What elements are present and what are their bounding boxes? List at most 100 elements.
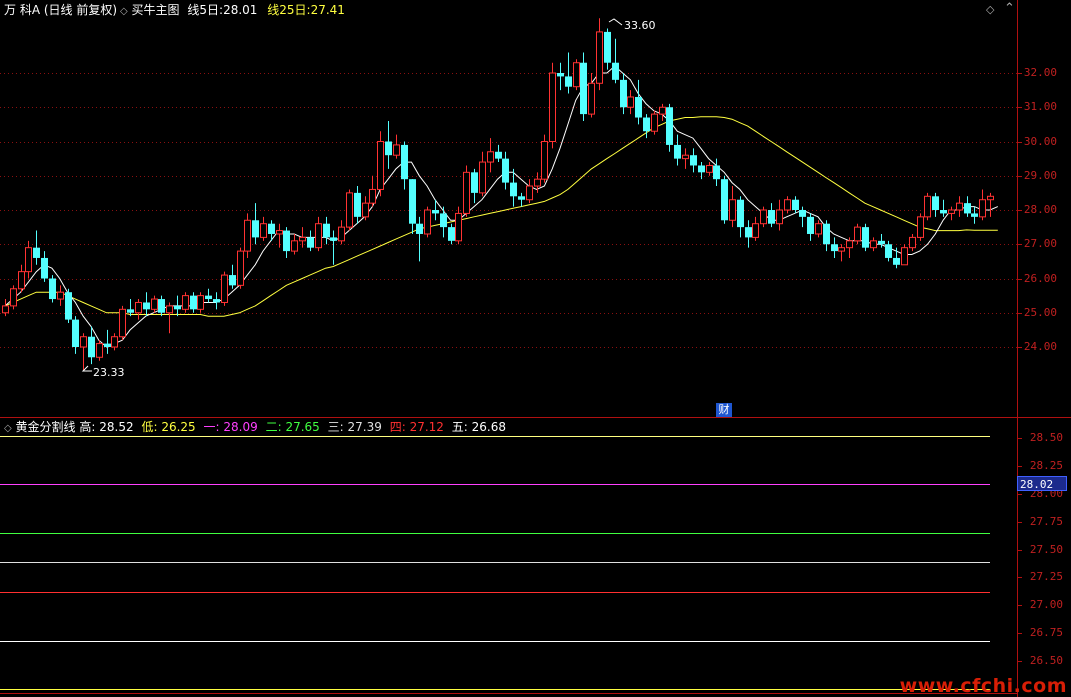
fibo-l2-value: 27.65 bbox=[285, 420, 320, 434]
candle-body-up bbox=[815, 223, 822, 235]
candle-body-up bbox=[784, 199, 791, 211]
price-axis-label: 25.00 bbox=[1023, 305, 1057, 319]
chevron-down-icon[interactable]: ◇ bbox=[4, 423, 12, 434]
candle-body-up bbox=[80, 336, 87, 348]
indicator-name[interactable]: 买牛主图 bbox=[132, 3, 180, 17]
fibo-l2-label: 二: bbox=[265, 420, 282, 434]
candle-body-down bbox=[471, 172, 478, 193]
fibo-axis-label: 28.50 bbox=[1029, 431, 1063, 444]
candle-body-down bbox=[502, 158, 509, 183]
candle-body-down bbox=[65, 292, 72, 320]
candle-body-down bbox=[401, 144, 408, 180]
candle-body-up bbox=[135, 301, 142, 314]
candle-body-up bbox=[760, 209, 767, 225]
price-axis-label: 24.00 bbox=[1023, 340, 1057, 353]
candle-body-down bbox=[745, 227, 752, 238]
low-marker-leader bbox=[81, 365, 92, 372]
candle-body-up bbox=[948, 209, 955, 214]
candle-body-down bbox=[518, 196, 525, 200]
candle-body-down bbox=[213, 299, 220, 303]
candle-body-up bbox=[237, 250, 244, 286]
candle-body-down bbox=[174, 305, 181, 310]
candle-body-up bbox=[369, 188, 376, 204]
candle-body-up bbox=[627, 96, 634, 108]
candle-body-down bbox=[307, 237, 314, 248]
candle-body-up bbox=[10, 288, 17, 307]
candle-body-up bbox=[299, 236, 306, 242]
ma5-value: 28.01 bbox=[223, 3, 258, 17]
candle-body-down bbox=[33, 247, 40, 258]
candle-body-down bbox=[698, 165, 705, 173]
candle-body-up bbox=[111, 336, 118, 348]
fibo-axis-label: 28.25 bbox=[1029, 458, 1063, 472]
candle-body-up bbox=[870, 240, 877, 249]
candle-body-up bbox=[276, 230, 283, 235]
candle-body-down bbox=[495, 151, 502, 159]
candle-body-down bbox=[205, 295, 212, 300]
fibo-low-value: 26.25 bbox=[161, 420, 196, 434]
price-axis-label: 28.00 bbox=[1023, 203, 1057, 216]
bottom-panel-header: ◇ 黄金分割线 高: 28.52 低: 26.25 一: 28.09 二: 27… bbox=[4, 420, 506, 436]
candle-body-down bbox=[557, 73, 564, 77]
candle-body-down bbox=[432, 210, 439, 214]
fibo-high-value: 28.52 bbox=[99, 420, 134, 434]
candle-body-down bbox=[666, 107, 673, 145]
candle-body-up bbox=[573, 62, 580, 88]
candle-body-up bbox=[260, 223, 267, 238]
candle-body-down bbox=[620, 79, 627, 108]
period-label[interactable]: (日线 前复权) bbox=[44, 3, 117, 17]
candle-body-up bbox=[651, 113, 658, 132]
candle-body-up bbox=[987, 195, 994, 201]
candle-body-down bbox=[104, 343, 111, 347]
candle-body-up bbox=[25, 247, 32, 273]
fibo-l3-value: 27.39 bbox=[347, 420, 382, 434]
candle-body-up bbox=[18, 271, 25, 290]
candle-body-down bbox=[612, 62, 619, 80]
candle-body-down bbox=[385, 141, 392, 156]
candle-body-up bbox=[338, 226, 345, 242]
fibo-indicator-name[interactable]: 黄金分割线 bbox=[16, 420, 76, 434]
candle-body-up bbox=[346, 192, 353, 228]
candle-body-down bbox=[893, 257, 900, 265]
low-price-marker: 23.33 bbox=[93, 366, 125, 379]
candle-body-up bbox=[197, 295, 204, 310]
candle-body-down bbox=[713, 165, 720, 180]
fibo-axis-label: 27.00 bbox=[1029, 598, 1063, 612]
candle-body-up bbox=[2, 305, 9, 314]
candle-body-down bbox=[737, 199, 744, 228]
candle-body-up bbox=[377, 141, 384, 190]
candle-body-up bbox=[534, 178, 541, 187]
candle-body-down bbox=[440, 213, 447, 228]
fibo-low-label: 低: bbox=[141, 420, 158, 434]
candle-body-down bbox=[409, 179, 416, 224]
fibo-axis-label: 27.75 bbox=[1029, 514, 1063, 528]
candle-body-down bbox=[416, 223, 423, 234]
candle-body-down bbox=[41, 257, 48, 279]
ma25-value: 27.41 bbox=[310, 3, 345, 17]
candle-body-up bbox=[846, 240, 853, 249]
candle-body-down bbox=[49, 278, 56, 300]
fibo-axis-label: 26.50 bbox=[1029, 654, 1063, 667]
fibo-l4-value: 27.12 bbox=[409, 420, 444, 434]
candle-body-up bbox=[596, 31, 603, 84]
candle-body-up bbox=[455, 212, 462, 242]
candle-body-up bbox=[424, 209, 431, 235]
candle-body-up bbox=[315, 223, 322, 249]
finance-badge[interactable]: 财 bbox=[716, 403, 732, 417]
fibo-l1-label: 一: bbox=[203, 420, 220, 434]
candle-body-down bbox=[190, 295, 197, 310]
fibo-l1-value: 28.09 bbox=[223, 420, 258, 434]
chevron-down-icon[interactable]: ◇ bbox=[120, 6, 128, 17]
candle-body-down bbox=[330, 237, 337, 241]
diamond-icon[interactable]: ◇ bbox=[986, 3, 994, 16]
price-axis-label: 26.00 bbox=[1023, 271, 1057, 285]
chevron-up-icon[interactable]: ⌃ bbox=[1004, 1, 1015, 16]
candle-body-up bbox=[979, 199, 986, 218]
candle-body-up bbox=[463, 171, 470, 214]
candle-body-up bbox=[526, 185, 533, 201]
stock-name[interactable]: 万 科A bbox=[4, 3, 40, 17]
candle-body-up bbox=[479, 161, 486, 194]
ma25-line bbox=[4, 116, 998, 317]
kline-chart[interactable] bbox=[0, 0, 1071, 697]
candle-body-down bbox=[862, 227, 869, 248]
